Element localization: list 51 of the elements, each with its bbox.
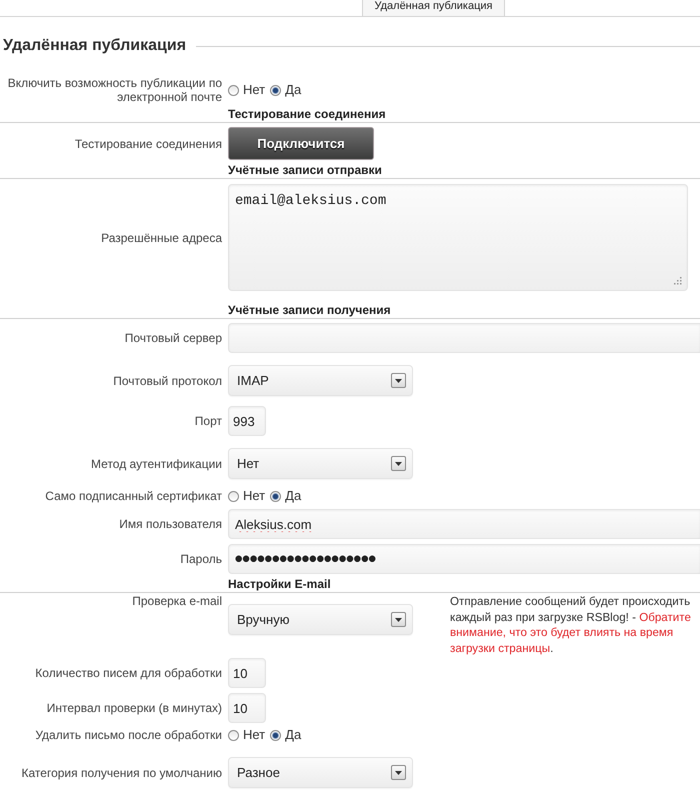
tab[interactable]: Удалённая публикация xyxy=(362,0,505,17)
field-label: Количество писем для обработки xyxy=(34,666,223,680)
dropdown-select[interactable]: Вручную xyxy=(228,604,413,635)
radio-label: Нет xyxy=(243,488,266,504)
text-area[interactable]: email@aleksius.com xyxy=(228,184,688,291)
field-label: Порт xyxy=(194,414,223,428)
caret-icon xyxy=(391,612,406,627)
dropdown-select[interactable]: IMAP xyxy=(228,365,413,396)
caret-icon xyxy=(391,456,406,471)
number-input[interactable]: 10 xyxy=(228,658,266,688)
field-label: Включить возможность публикации по электронной почте xyxy=(6,76,223,104)
help-text: Отправление сообщений будет происходить каждый раз при загрузке RSBlog! - Обратите внимание, что это будет влиять на время загрузки страницы. xyxy=(450,594,692,656)
radio-button[interactable] xyxy=(270,84,282,96)
radio-label: Да xyxy=(285,82,302,98)
number-input[interactable]: 10 xyxy=(228,693,266,723)
field-label: Метод аутентификации xyxy=(90,456,223,470)
radio-button[interactable] xyxy=(228,84,239,96)
field-label: Пароль xyxy=(179,552,223,566)
connect-button[interactable]: Подключится xyxy=(228,127,374,160)
field-label: Интервал проверки (в минутах) xyxy=(46,701,223,715)
page-title: Удалённая публикация xyxy=(3,36,186,56)
field-label: Почтовый сервер xyxy=(124,331,223,345)
caret-icon xyxy=(391,765,406,780)
text-input[interactable]: Aleksius.com xyxy=(228,509,700,539)
section-title: Учётные записи отправки xyxy=(228,163,382,177)
password-input[interactable]: ●●●●●●●●●●●●●●●●●●● xyxy=(228,544,700,574)
field-label: Почтовый протокол xyxy=(112,374,223,388)
section-title: Учётные записи получения xyxy=(228,303,391,317)
radio-button[interactable] xyxy=(270,730,282,740)
section-title: Настройки E-mail xyxy=(228,577,331,591)
radio-label: Нет xyxy=(243,727,266,743)
section-title: Тестирование соединения xyxy=(228,107,386,121)
number-input[interactable]: 993 xyxy=(228,406,266,436)
field-label: Категория получения по умолчанию xyxy=(20,766,223,780)
radio-button[interactable] xyxy=(228,730,239,740)
field-label: Тестирование соединения xyxy=(74,136,223,150)
radio-label: Нет xyxy=(243,82,266,98)
caret-icon xyxy=(391,373,406,388)
radio-label: Да xyxy=(285,488,302,504)
text-input[interactable] xyxy=(228,323,700,353)
field-label: Имя пользователя xyxy=(118,517,223,531)
radio-label: Да xyxy=(285,727,302,743)
radio-button[interactable] xyxy=(270,490,282,502)
radio-button[interactable] xyxy=(228,490,239,502)
field-label: Проверка e-mail xyxy=(131,594,223,608)
dropdown-select[interactable]: Разное xyxy=(228,757,413,788)
field-label: Удалить письмо после обработки xyxy=(34,728,223,742)
resize-grip-icon[interactable] xyxy=(674,277,682,285)
dropdown-select[interactable]: Нет xyxy=(228,448,413,479)
field-label: Разрешённые адреса xyxy=(100,230,223,244)
field-label: Само подписанный сертификат xyxy=(44,489,223,503)
